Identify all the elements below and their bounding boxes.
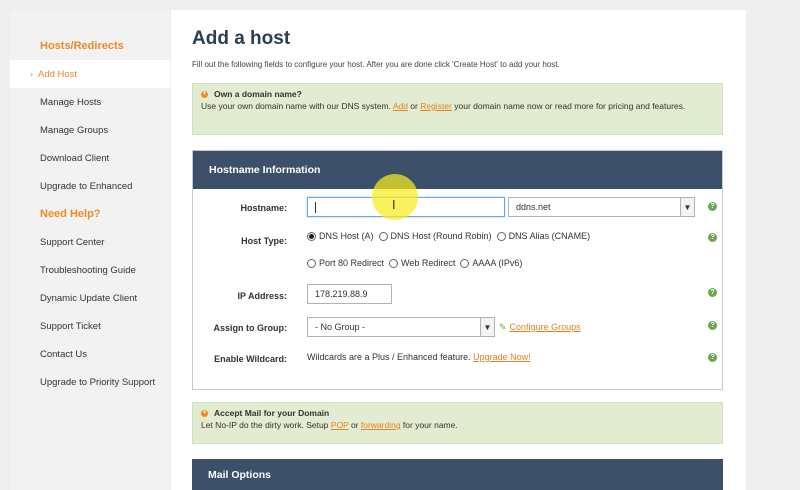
question-icon[interactable]: ? (708, 202, 717, 211)
radio-aaaa-ipv6[interactable]: AAAA (IPv6) (460, 258, 522, 268)
sidebar-item-support-center[interactable]: Support Center (10, 228, 170, 256)
chevron-down-icon: ▼ (480, 318, 494, 336)
group-label: Assign to Group: (213, 323, 288, 333)
sidebar-heading-help: Need Help? (40, 208, 101, 220)
plus-icon: + (201, 90, 208, 98)
arrow-right-icon: › (30, 69, 33, 79)
sidebar-item-troubleshooting[interactable]: Troubleshooting Guide (10, 256, 170, 284)
cursor-highlight (372, 174, 418, 220)
sidebar-item-label: Add Host (38, 68, 78, 80)
edit-icon: ✎ (499, 322, 507, 332)
host-type-row-2: Port 80 Redirect Web Redirect AAAA (IPv6… (307, 258, 527, 268)
sidebar-item-contact-us[interactable]: Contact Us (10, 340, 170, 368)
intro-text: Fill out the following fields to configu… (192, 60, 560, 69)
question-icon[interactable]: ? (708, 288, 717, 297)
pop-link[interactable]: POP (331, 420, 349, 430)
domain-select[interactable]: ddns.net ▼ (508, 197, 695, 217)
sidebar-item-dynamic-update-client[interactable]: Dynamic Update Client (10, 284, 170, 312)
question-icon[interactable]: ? (708, 321, 717, 330)
sidebar-item-download-client[interactable]: Download Client (10, 144, 170, 172)
mail-options-header: Mail Options (192, 459, 723, 490)
question-icon[interactable]: ? (708, 233, 717, 242)
sidebar-item-manage-groups[interactable]: Manage Groups (10, 116, 170, 144)
add-domain-link[interactable]: Add (393, 101, 408, 111)
mail-promo-title: Accept Mail for your Domain (214, 408, 330, 418)
text-caret (315, 201, 316, 213)
sidebar-item-upgrade-enhanced[interactable]: Upgrade to Enhanced (10, 172, 170, 200)
host-type-row-1: DNS Host (A) DNS Host (Round Robin) DNS … (307, 231, 595, 241)
forwarding-link[interactable]: forwarding (361, 420, 401, 430)
sidebar-item-support-ticket[interactable]: Support Ticket (10, 312, 170, 340)
mail-promo: + Accept Mail for your Domain Let No-IP d… (192, 402, 723, 444)
radio-web-redirect[interactable]: Web Redirect (389, 258, 455, 268)
radio-dns-host-round-robin[interactable]: DNS Host (Round Robin) (378, 231, 492, 241)
question-icon[interactable]: ? (708, 353, 717, 362)
radio-dns-alias-cname[interactable]: DNS Alias (CNAME) (496, 231, 590, 241)
configure-groups-link[interactable]: Configure Groups (510, 322, 581, 332)
page-title: Add a host (192, 28, 291, 49)
chevron-down-icon: ▼ (680, 198, 694, 216)
sidebar-heading-hosts: Hosts/Redirects (40, 40, 124, 52)
radio-dns-host-a[interactable]: DNS Host (A) (307, 231, 374, 241)
wildcard-label: Enable Wildcard: (214, 354, 287, 364)
text-cursor-icon: I (392, 198, 396, 212)
group-select[interactable]: - No Group - ▼ (307, 317, 495, 337)
sidebar-item-manage-hosts[interactable]: Manage Hosts (10, 88, 170, 116)
sidebar: Hosts/Redirects › Add Host Manage Hosts M… (10, 10, 170, 490)
sidebar-item-add-host[interactable]: › Add Host (10, 60, 170, 88)
sidebar-item-priority-support[interactable]: Upgrade to Priority Support (10, 368, 170, 396)
domain-promo-title: Own a domain name? (214, 89, 302, 99)
mail-promo-text: Let No-IP do the dirty work. Setup POP o… (201, 420, 458, 430)
domain-promo: + Own a domain name? Use your own domain … (192, 83, 723, 135)
domain-promo-text: Use your own domain name with our DNS sy… (201, 101, 686, 111)
host-type-label: Host Type: (241, 236, 287, 246)
main-content: Add a host Fill out the following fields… (171, 10, 746, 490)
hostname-label: Hostname: (240, 203, 287, 213)
wildcard-text: Wildcards are a Plus / Enhanced feature.… (307, 352, 531, 362)
plus-icon: + (201, 409, 208, 417)
ip-address-label: IP Address: (237, 291, 287, 301)
hostname-panel: Hostname Information Hostname: ddns.net ▼… (192, 150, 723, 390)
hostname-panel-header: Hostname Information (193, 151, 722, 189)
radio-port-80-redirect[interactable]: Port 80 Redirect (307, 258, 384, 268)
register-domain-link[interactable]: Register (420, 101, 452, 111)
upgrade-now-link[interactable]: Upgrade Now! (473, 352, 531, 362)
ip-address-input[interactable]: 178.219.88.9 (307, 284, 392, 304)
